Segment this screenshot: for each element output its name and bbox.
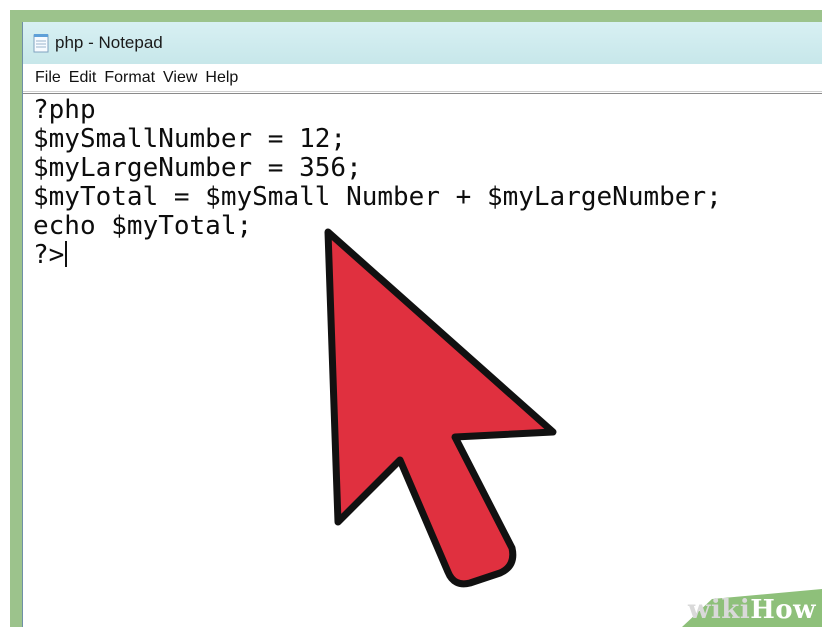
menu-edit[interactable]: Edit [67,69,103,87]
menu-file[interactable]: File [33,69,67,87]
code-line-last: ?> [33,241,822,270]
notepad-icon [33,33,49,53]
code-line-text: ?> [33,240,65,270]
code-line: $myLargeNumber = 356; [33,153,362,183]
title-bar[interactable]: php - Notepad [23,22,822,64]
wikihow-logo: wikiHow [688,595,816,625]
menu-help[interactable]: Help [203,69,244,87]
menu-format[interactable]: Format [102,69,161,87]
wikihow-watermark: wikiHow [642,571,822,627]
menu-view[interactable]: View [161,69,203,87]
text-editor-area[interactable]: ?php $mySmallNumber = 12; $myLargeNumber… [23,93,822,627]
code-line: ?php [33,95,96,125]
notepad-window: php - Notepad File Edit Format View Help… [22,22,822,627]
code-line: $mySmallNumber = 12; [33,124,347,154]
menu-bar: File Edit Format View Help [23,64,822,92]
code-line: echo $myTotal; [33,211,253,241]
text-caret [65,241,68,267]
screenshot-frame: php - Notepad File Edit Format View Help… [0,0,822,627]
code-line: $myTotal = $mySmall Number + $myLargeNum… [33,182,722,212]
window-title: php - Notepad [55,33,163,52]
